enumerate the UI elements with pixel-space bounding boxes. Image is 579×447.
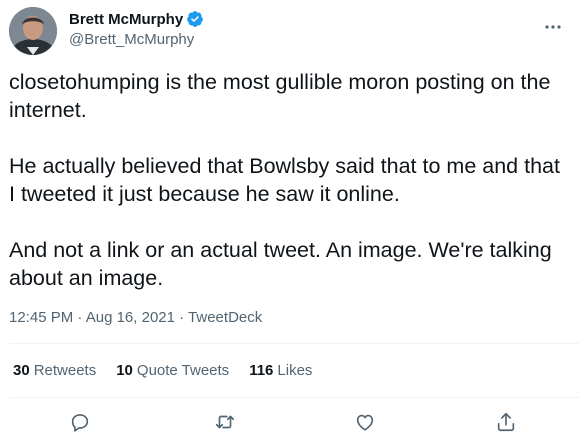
likes-stat[interactable]: 116 Likes: [249, 362, 312, 379]
retweets-count: 30: [13, 362, 30, 379]
tweet-actions: [0, 409, 579, 435]
display-name-row: Brett McMurphy: [69, 9, 204, 29]
share-icon[interactable]: [493, 409, 519, 435]
meta-separator: ·: [174, 309, 189, 326]
heart-icon[interactable]: [352, 409, 378, 435]
more-horizontal-icon[interactable]: [543, 19, 563, 29]
quote-tweets-label: Quote Tweets: [136, 362, 230, 379]
tweet-date[interactable]: Aug 16, 2021: [86, 309, 175, 326]
tweet-source[interactable]: TweetDeck: [188, 309, 262, 326]
retweets-stat[interactable]: 30 Retweets: [13, 362, 96, 379]
divider: [9, 343, 579, 344]
reply-icon[interactable]: [67, 409, 93, 435]
likes-label: Likes: [277, 362, 313, 379]
verified-badge-icon: [186, 10, 204, 28]
tweet-text: closetohumping is the most gullible moro…: [9, 70, 560, 290]
avatar[interactable]: [9, 7, 57, 55]
author-handle[interactable]: @Brett_McMurphy: [69, 31, 204, 48]
author-names: Brett McMurphy @Brett_McMurphy: [69, 9, 204, 48]
quote-tweets-count: 10: [116, 362, 133, 379]
display-name[interactable]: Brett McMurphy: [69, 11, 183, 28]
meta-separator: ·: [73, 309, 86, 326]
quote-tweets-stat[interactable]: 10 Quote Tweets: [116, 362, 229, 379]
divider: [9, 397, 579, 398]
tweet-meta: 12:45 PM · Aug 16, 2021 · TweetDeck: [9, 309, 262, 326]
tweet: Brett McMurphy @Brett_McMurphy closetohu…: [0, 0, 579, 447]
retweets-label: Retweets: [33, 362, 97, 379]
tweet-time[interactable]: 12:45 PM: [9, 309, 73, 326]
tweet-header: Brett McMurphy @Brett_McMurphy: [9, 7, 579, 55]
retweet-icon[interactable]: [212, 409, 238, 435]
likes-count: 116: [249, 362, 274, 379]
tweet-stats: 30 Retweets 10 Quote Tweets 116 Likes: [13, 362, 312, 379]
